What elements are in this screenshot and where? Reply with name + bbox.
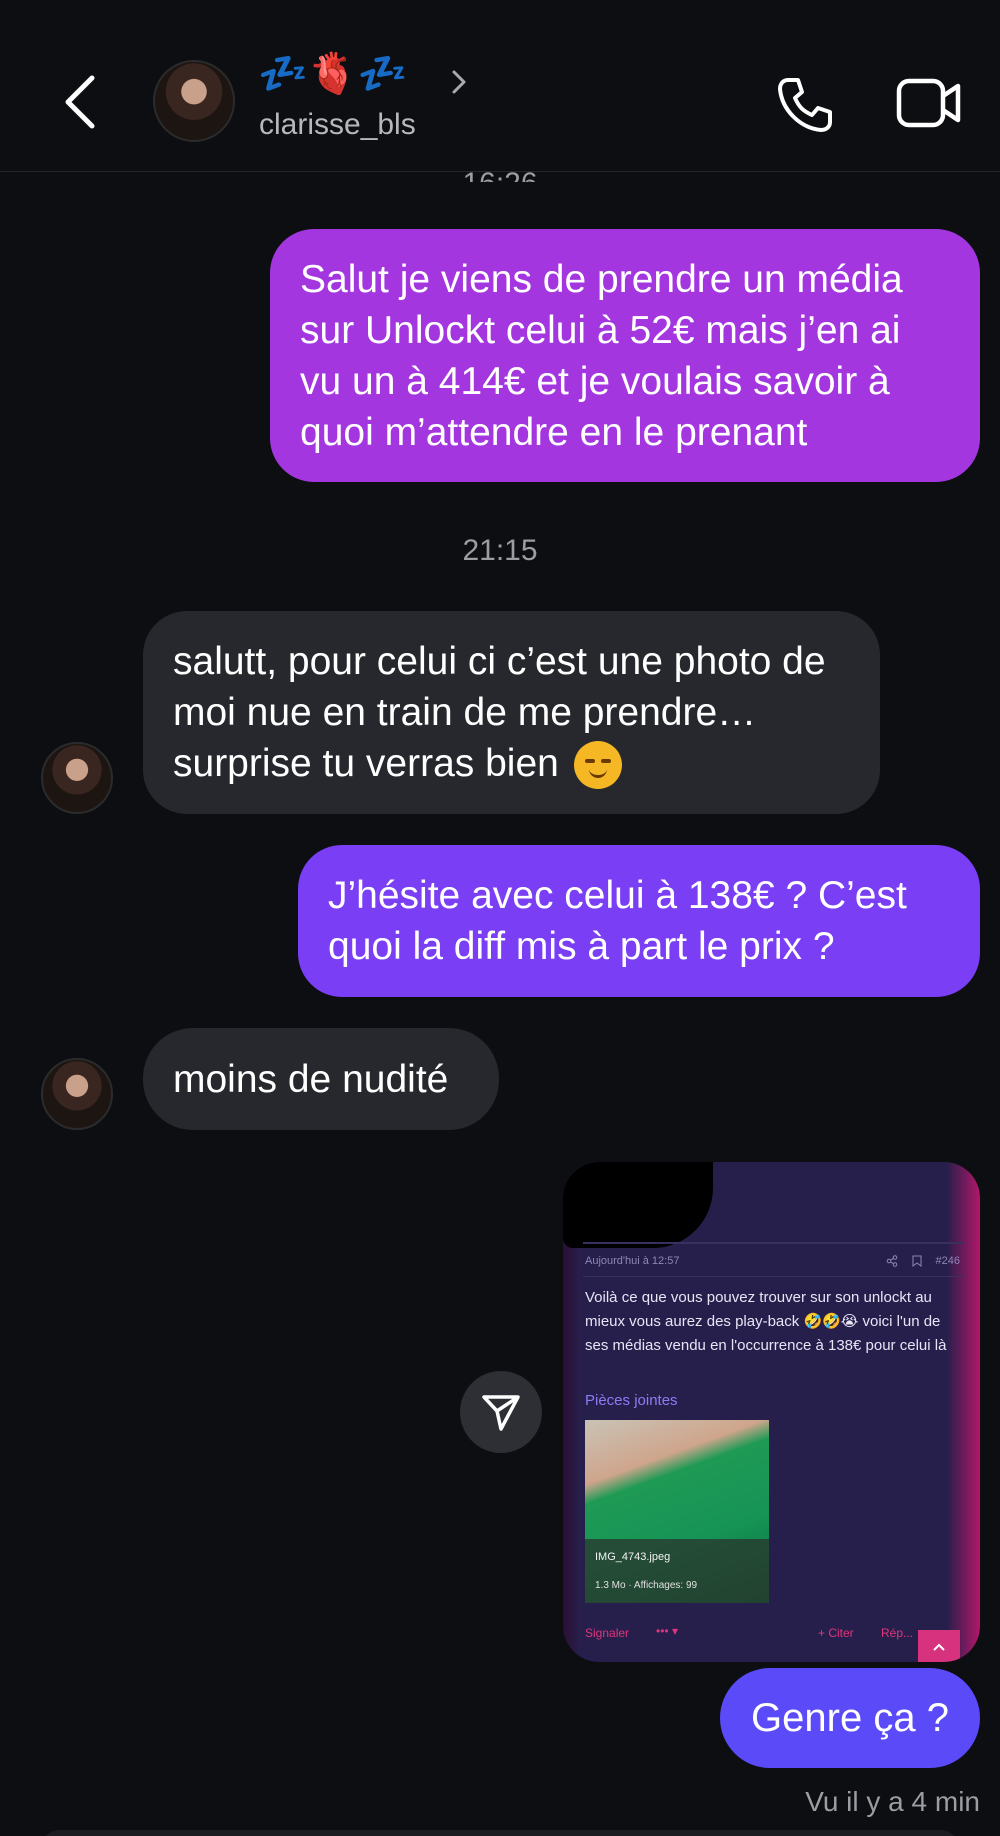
post-date: Aujourd'hui à 12:57 — [585, 1255, 680, 1267]
message-text: moins de nudité — [173, 1057, 449, 1101]
message-composer[interactable] — [40, 1830, 960, 1836]
post-number: #246 — [935, 1255, 960, 1267]
outgoing-message[interactable]: J’hésite avec celui à 138€ ? C’est quoi … — [298, 845, 980, 997]
back-arrow-icon[interactable] — [58, 72, 106, 132]
smiling-face-emoji — [573, 741, 622, 790]
phone-call-icon[interactable] — [774, 74, 836, 136]
attachments-label: Pièces jointes — [585, 1392, 678, 1409]
avatar[interactable] — [41, 742, 113, 814]
share-icon — [886, 1255, 897, 1267]
chat-header: 💤🫀💤 clarisse_bls — [0, 0, 1000, 172]
chevron-right-icon[interactable] — [448, 62, 472, 102]
outgoing-message[interactable]: Genre ça ? — [720, 1668, 980, 1768]
attachment-thumbnail: IMG_4743.jpeg 1.3 Mo · Affichages: 99 — [585, 1420, 769, 1603]
message-text: J’hésite avec celui à 138€ ? C’est quoi … — [328, 874, 907, 968]
divider — [583, 1242, 963, 1244]
incoming-message[interactable]: salutt, pour celui ci c’est une photo de… — [143, 611, 880, 814]
avatar[interactable] — [41, 1058, 113, 1130]
timestamp: 21:15 — [462, 534, 538, 567]
message-text: Salut je viens de prendre un média sur U… — [300, 257, 903, 454]
share-button[interactable] — [460, 1371, 542, 1453]
redaction-blob — [563, 1162, 713, 1248]
video-call-icon[interactable] — [896, 76, 962, 130]
contact-username[interactable]: clarisse_bls — [259, 108, 416, 142]
file-name: IMG_4743.jpeg — [595, 1551, 671, 1563]
divider — [583, 1276, 963, 1277]
chevron-up-icon — [933, 1643, 945, 1651]
avatar[interactable] — [153, 60, 235, 142]
outgoing-message[interactable]: Salut je viens de prendre un média sur U… — [270, 229, 980, 482]
seen-status: Vu il y a 4 min — [805, 1786, 980, 1817]
shared-screenshot[interactable]: Aujourd'hui à 12:57 #246 Voilà ce que vo… — [563, 1162, 980, 1662]
message-text: salutt, pour celui ci c’est une photo de… — [173, 636, 850, 790]
incoming-message[interactable]: moins de nudité — [143, 1028, 499, 1130]
bookmark-icon — [912, 1255, 922, 1267]
contact-display-name[interactable]: 💤🫀💤 — [258, 52, 407, 96]
report-link: Signaler — [585, 1626, 630, 1640]
file-info: 1.3 Mo · Affichages: 99 — [595, 1580, 698, 1591]
message-text: Genre ça ? — [751, 1695, 949, 1740]
scroll-up-button — [918, 1630, 960, 1662]
reply-link: Rép... — [881, 1626, 914, 1640]
post-text: Voilà ce que vous pouvez trouver sur son… — [585, 1289, 947, 1354]
quote-link: + Citer — [818, 1626, 854, 1640]
paper-plane-icon — [482, 1395, 520, 1431]
more-menu: ••• ▾ — [656, 1624, 678, 1638]
